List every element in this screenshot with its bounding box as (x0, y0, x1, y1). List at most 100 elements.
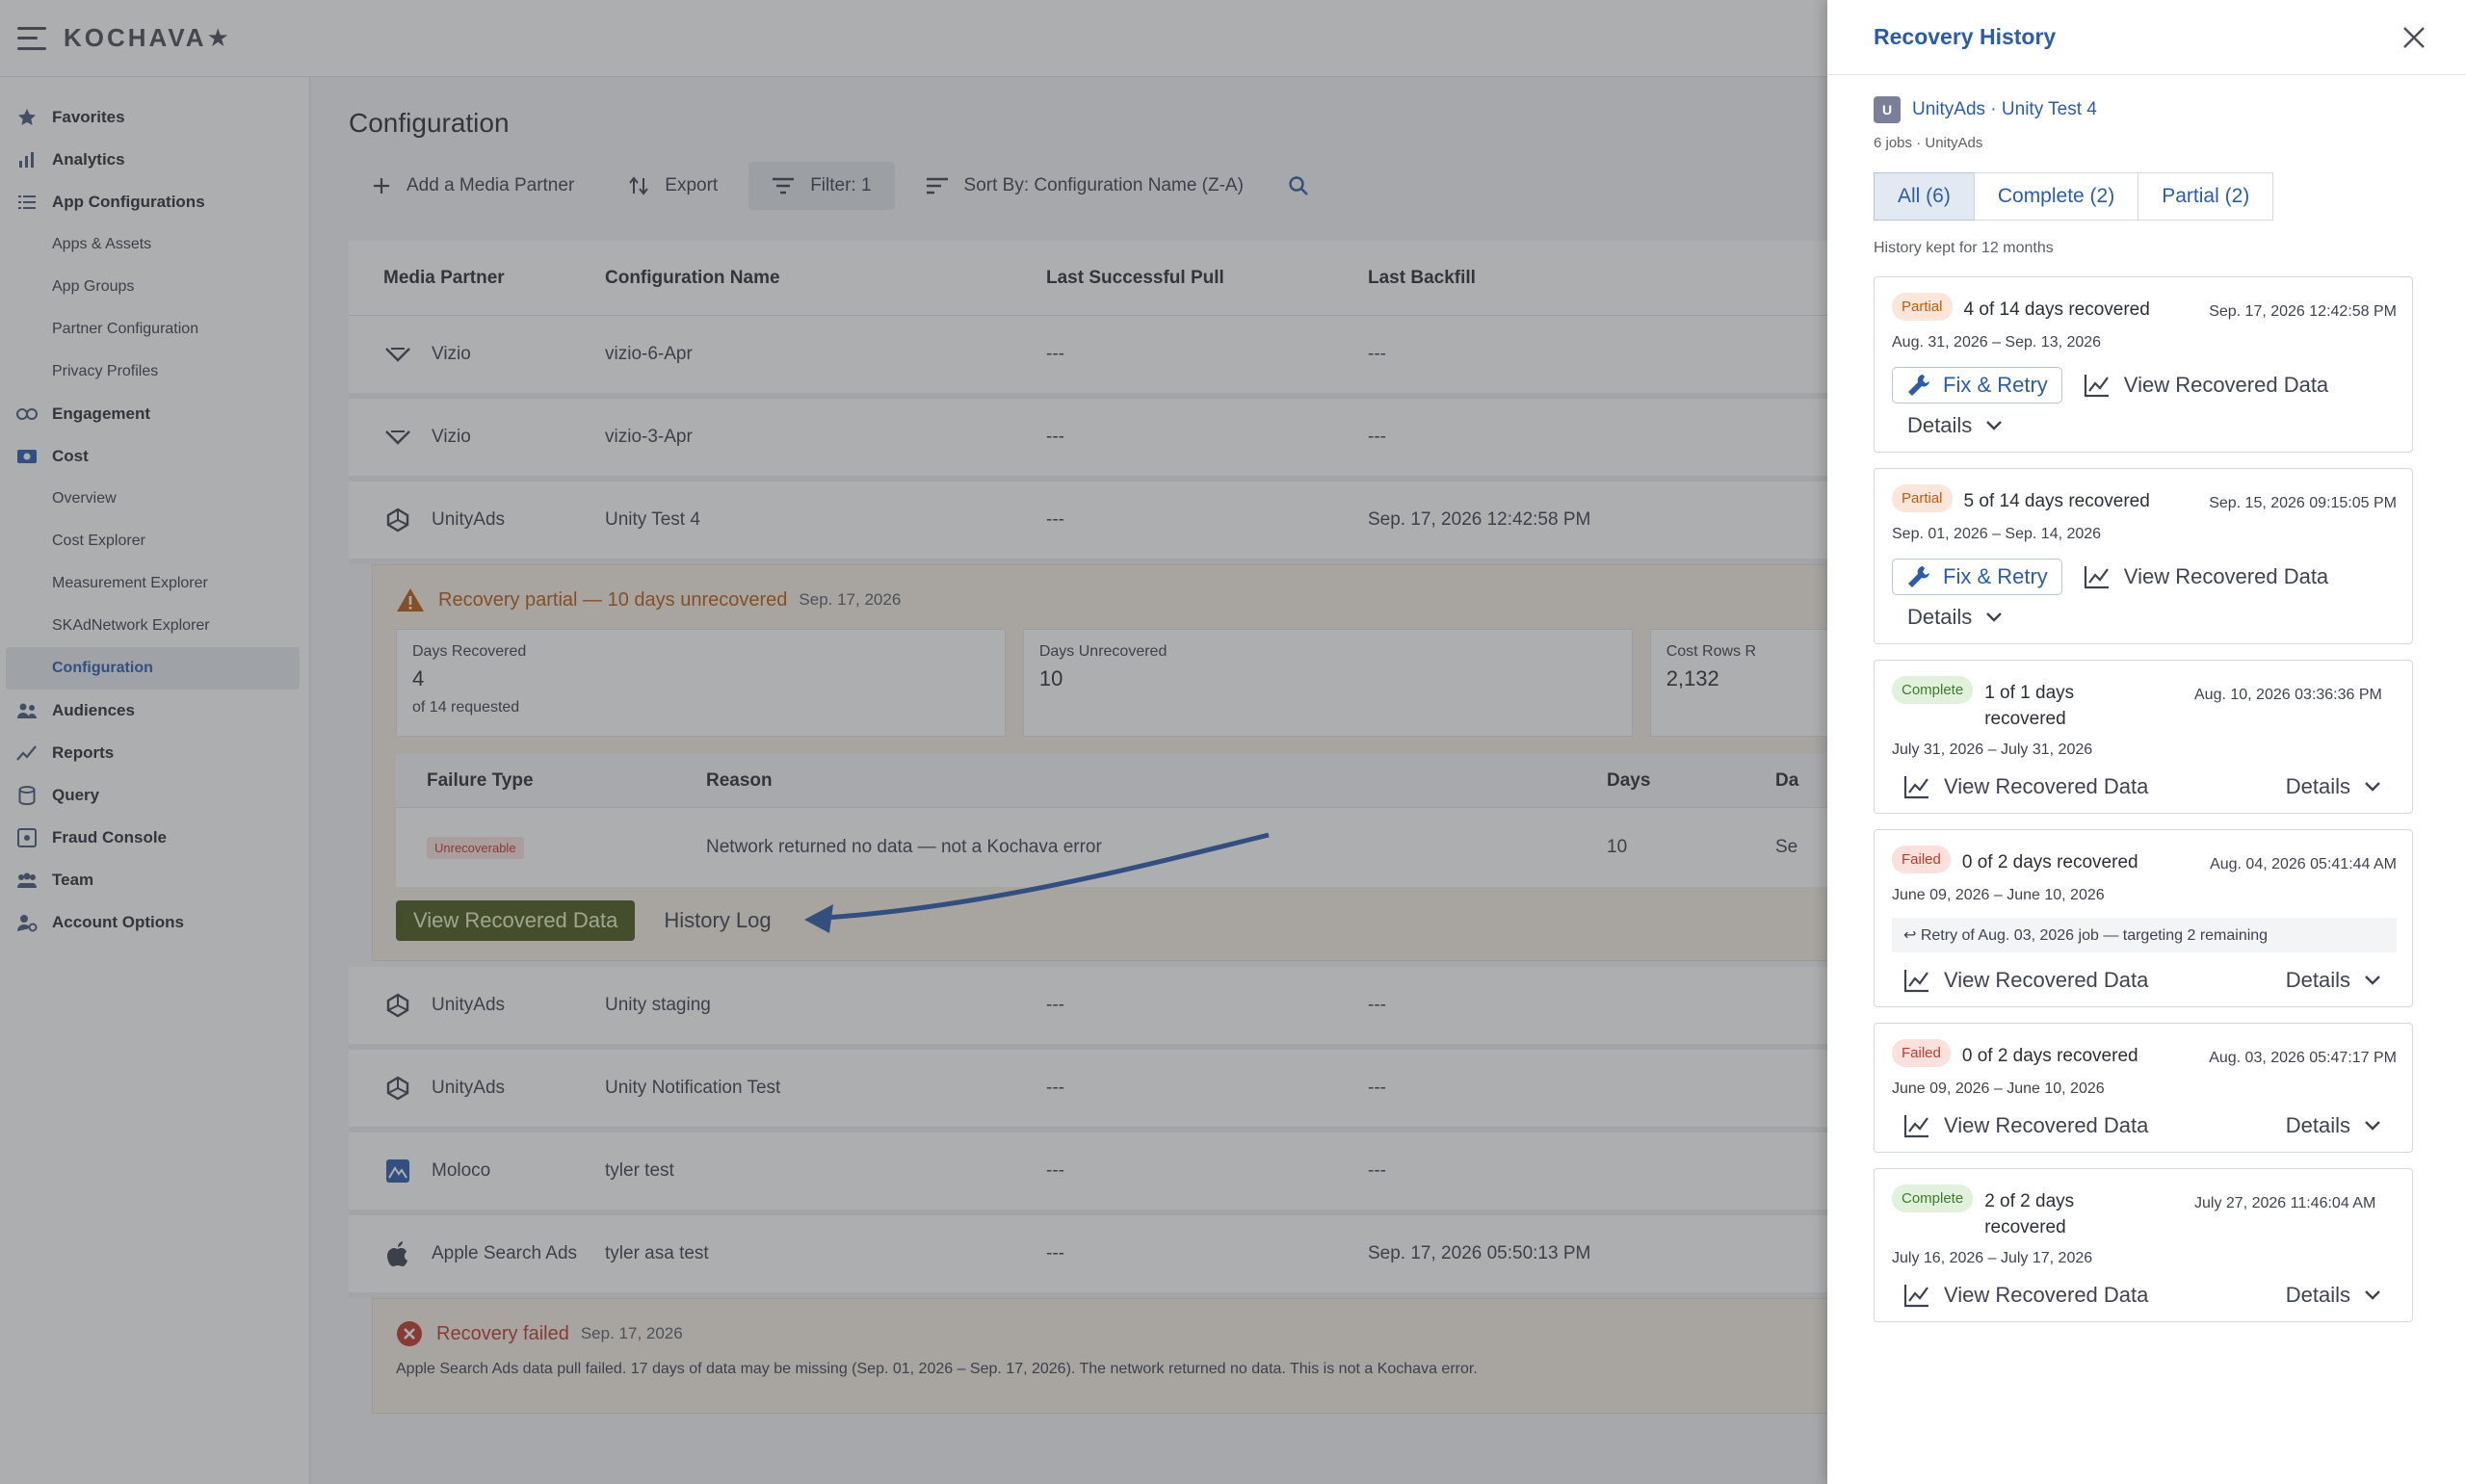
table-row[interactable]: Moloco tyler test --- --- (349, 1133, 1890, 1215)
view-recovered-data-button[interactable]: View Recovered Data (396, 900, 636, 941)
chevron-down-icon (1986, 612, 2003, 622)
status-badge: Partial (1892, 293, 1953, 321)
details-toggle[interactable]: Details (2286, 1113, 2381, 1138)
filter-icon (773, 177, 795, 195)
view-recovered-data-button[interactable]: View Recovered Data (2084, 564, 2328, 589)
sidebar-item-query[interactable]: Query (0, 774, 309, 817)
sidebar-item-fraud-console[interactable]: Fraud Console (0, 817, 309, 859)
search-icon (1289, 176, 1308, 195)
history-card: Failed 0 of 2 days recovered Aug. 04, 20… (1874, 829, 2413, 1007)
status-badge: Failed (1892, 1039, 1951, 1067)
unity-icon (383, 508, 412, 533)
sidebar-item-overview[interactable]: Overview (0, 478, 309, 520)
add-media-partner-button[interactable]: Add a Media Partner (349, 162, 597, 210)
table-row[interactable]: Vizio vizio-3-Apr --- --- (349, 399, 1890, 482)
database-icon (15, 784, 39, 807)
table-row[interactable]: UnityAds Unity Notification Test --- --- (349, 1050, 1890, 1133)
history-retention-note: History kept for 12 months (1874, 240, 2054, 256)
chevron-down-icon (2365, 976, 2380, 985)
sidebar-item-configuration[interactable]: Configuration (6, 647, 300, 690)
table-row[interactable]: Apple Search Ads tyler asa test --- Sep.… (349, 1215, 1890, 1298)
history-tabs: All (6) Complete (2) Partial (2) (1874, 172, 2414, 221)
table-row[interactable]: UnityAds Unity staging --- --- (349, 967, 1890, 1050)
line-chart-icon (1903, 1115, 1928, 1138)
col-last-successful-pull[interactable]: Last Successful Pull (1046, 268, 1368, 289)
configuration-table: Media Partner Configuration Name Last Su… (349, 241, 1890, 1484)
details-toggle[interactable]: Details (2286, 774, 2381, 799)
details-toggle[interactable]: Details (1892, 605, 2397, 630)
col-media-partner[interactable]: Media Partner (349, 268, 605, 289)
sidebar-item-team[interactable]: Team (0, 859, 309, 901)
sidebar-item-privacy-profiles[interactable]: Privacy Profiles (0, 351, 309, 393)
details-toggle[interactable]: Details (1892, 413, 2397, 438)
sidebar-item-reports[interactable]: Reports (0, 732, 309, 774)
list-icon (15, 191, 39, 214)
sort-button[interactable]: Sort By: Configuration Name (Z-A) (903, 162, 1267, 210)
source-title: U UnityAds · Unity Test 4 (1874, 96, 2414, 123)
view-recovered-data-button[interactable]: View Recovered Data (2084, 373, 2328, 398)
source-avatar: U (1874, 96, 1901, 123)
sidebar-item-analytics[interactable]: Analytics (0, 139, 309, 181)
details-toggle[interactable]: Details (2286, 1283, 2381, 1308)
chevron-down-icon (2365, 1121, 2380, 1131)
toolbar: Add a Media Partner Export Filter: 1 Sor… (349, 162, 1346, 210)
recovery-partial-header: Recovery partial — 10 days unrecovered S… (396, 581, 1850, 619)
view-recovered-data-button[interactable]: View Recovered Data (1903, 968, 2148, 993)
export-button[interactable]: Export (605, 162, 741, 210)
kochava-logo: KOCHAVA★ (64, 23, 232, 52)
sidebar-item-partner-configuration[interactable]: Partner Configuration (0, 308, 309, 351)
plus-icon (374, 178, 389, 194)
chevron-down-icon (1986, 421, 2003, 430)
chevron-down-icon (2365, 1290, 2380, 1300)
col-last-backfill[interactable]: Last Backfill (1368, 268, 1772, 289)
recovery-failed-panel: Recovery failed Sep. 17, 2026 Apple Sear… (372, 1298, 1875, 1414)
fix-retry-button[interactable]: Fix & Retry (1892, 559, 2062, 595)
history-log-link[interactable]: History Log (664, 908, 771, 933)
sidebar-item-skadnetwork-explorer[interactable]: SKAdNetwork Explorer (0, 605, 309, 647)
main-content: Configuration Add a Media Partner Export… (310, 77, 1890, 1484)
sidebar-item-engagement[interactable]: Engagement (0, 393, 309, 435)
table-row[interactable]: Vizio vizio-6-Apr --- --- (349, 316, 1890, 399)
details-toggle[interactable]: Details (2286, 968, 2381, 993)
wrench-icon (1908, 375, 1929, 396)
stat-days-recovered: Days Recovered 4 of 14 requested (396, 629, 1006, 737)
fix-retry-button[interactable]: Fix & Retry (1892, 367, 2062, 404)
sidebar-item-favorites[interactable]: Favorites (0, 96, 309, 139)
sidebar-item-measurement-explorer[interactable]: Measurement Explorer (0, 562, 309, 605)
sidebar-item-audiences[interactable]: Audiences (0, 690, 309, 732)
recovery-partial-panel: Recovery partial — 10 days unrecovered S… (372, 564, 1875, 961)
vizio-icon (383, 430, 412, 445)
moloco-icon (383, 1159, 412, 1184)
table-row[interactable]: UnityAds Unity Test 4 --- Sep. 17, 2026 … (349, 482, 1890, 564)
sidebar: Favorites Analytics App Configurations A… (0, 77, 310, 1484)
warning-icon (397, 588, 424, 612)
sidebar-item-cost-explorer[interactable]: Cost Explorer (0, 520, 309, 562)
col-configuration-name[interactable]: Configuration Name (605, 268, 1046, 289)
team-icon (15, 869, 39, 892)
sidebar-item-app-configurations[interactable]: App Configurations (0, 181, 309, 223)
sidebar-item-app-groups[interactable]: App Groups (0, 266, 309, 308)
menu-toggle-icon[interactable] (17, 26, 46, 50)
tab-complete[interactable]: Complete (2) (1973, 172, 2139, 221)
view-recovered-data-button[interactable]: View Recovered Data (1903, 1113, 2148, 1138)
view-recovered-data-button[interactable]: View Recovered Data (1903, 774, 2148, 799)
tab-partial[interactable]: Partial (2) (2138, 172, 2274, 221)
history-card: Partial 4 of 14 days recovered Sep. 17, … (1874, 276, 2413, 453)
sidebar-item-apps-assets[interactable]: Apps & Assets (0, 223, 309, 266)
annotation-arrow (804, 832, 1270, 933)
account-icon (15, 911, 39, 934)
filter-button[interactable]: Filter: 1 (748, 162, 895, 210)
history-card: Partial 5 of 14 days recovered Sep. 15, … (1874, 468, 2413, 644)
line-chart-icon (1903, 776, 1928, 799)
view-recovered-data-button[interactable]: View Recovered Data (1903, 1283, 2148, 1308)
line-chart-icon (1903, 1285, 1928, 1308)
tab-all[interactable]: All (6) (1874, 172, 1975, 221)
unity-icon (383, 1076, 412, 1101)
sidebar-item-cost[interactable]: Cost (0, 435, 309, 478)
audience-icon (15, 699, 39, 722)
sidebar-item-account-options[interactable]: Account Options (0, 901, 309, 944)
source-subtitle: 6 jobs · UnityAds (1874, 135, 1983, 151)
close-icon[interactable] (2400, 24, 2427, 51)
search-button[interactable] (1274, 162, 1338, 210)
unity-icon (383, 993, 412, 1018)
